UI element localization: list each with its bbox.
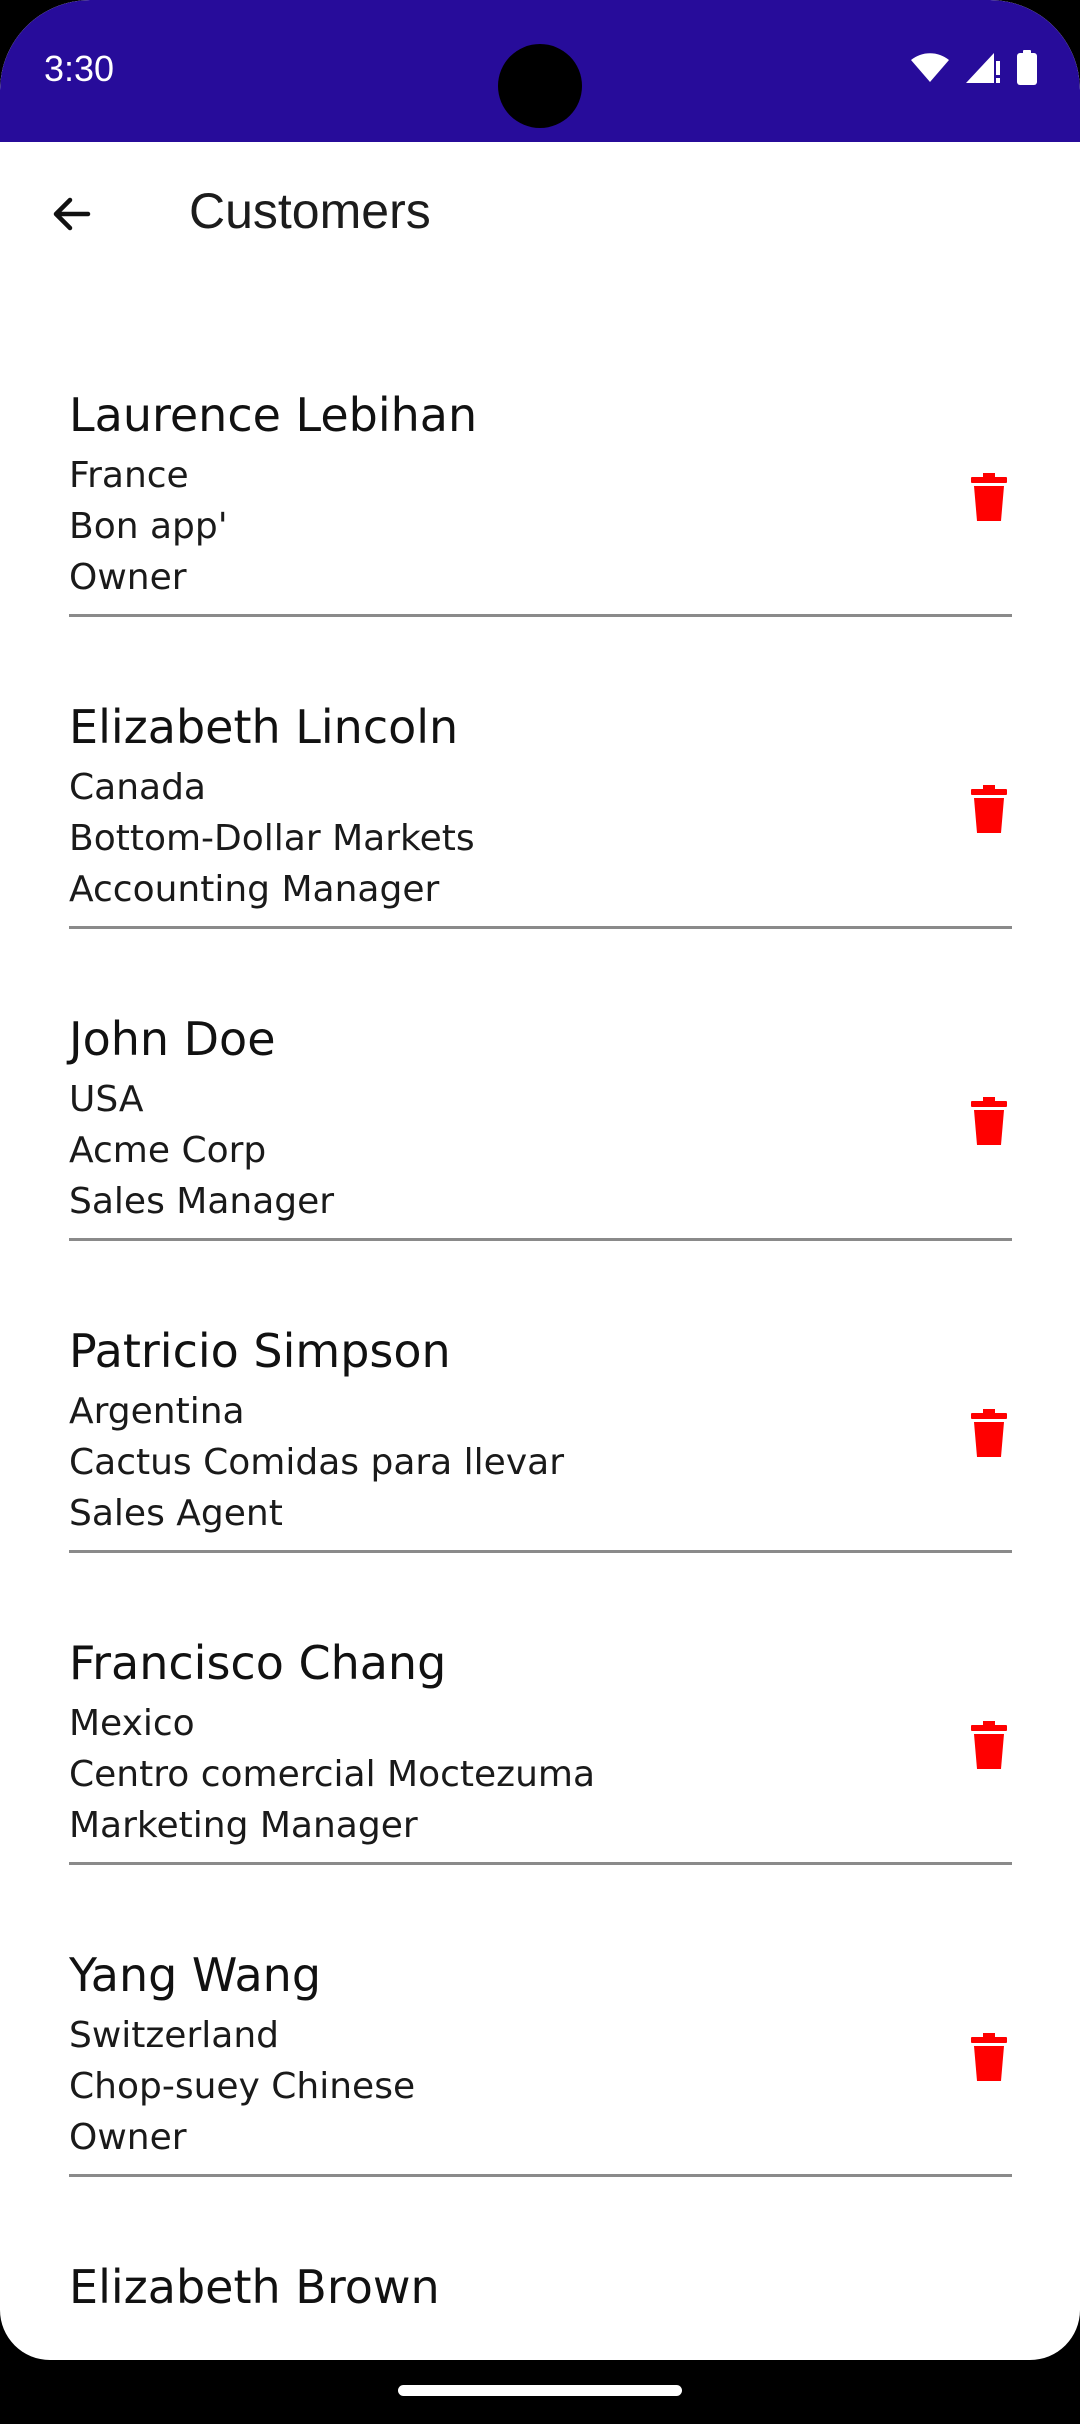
customer-company: Cactus Comidas para llevar bbox=[69, 1442, 564, 1483]
wifi-icon bbox=[911, 53, 949, 82]
page-title: Customers bbox=[189, 183, 431, 239]
customer-country: Canada bbox=[69, 767, 206, 808]
arrow-left-icon bbox=[53, 197, 91, 231]
list-item[interactable]: Laurence Lebihan France Bon app' Owner bbox=[69, 290, 1012, 617]
customer-company: Centro comercial Moctezuma bbox=[69, 1754, 596, 1795]
customer-role: Accounting Manager bbox=[69, 869, 440, 910]
customer-name: John Doe bbox=[69, 1012, 276, 1066]
customer-company: Bottom-Dollar Markets bbox=[69, 818, 475, 859]
delete-button[interactable] bbox=[957, 1401, 1021, 1465]
camera-cutout bbox=[498, 44, 582, 128]
customer-role: Owner bbox=[69, 557, 187, 598]
customer-role: Sales Agent bbox=[69, 1493, 283, 1534]
list-item[interactable]: John Doe USA Acme Corp Sales Manager bbox=[69, 914, 1012, 1241]
customer-role: Sales Manager bbox=[69, 1181, 335, 1222]
customer-country: USA bbox=[69, 1079, 144, 1120]
customer-country: Mexico bbox=[69, 1703, 195, 1744]
customer-country: Argentina bbox=[69, 1391, 245, 1432]
customer-role: Marketing Manager bbox=[69, 1805, 418, 1846]
app-bar: Customers bbox=[0, 142, 1080, 290]
list-item[interactable]: Yang Wang Switzerland Chop-suey Chinese … bbox=[69, 1850, 1012, 2177]
app-screen: 3:30 Customers Laurence Lebihan France B… bbox=[0, 0, 1080, 2360]
delete-button[interactable] bbox=[957, 777, 1021, 841]
list-item[interactable]: Elizabeth Lincoln Canada Bottom-Dollar M… bbox=[69, 602, 1012, 929]
trash-icon bbox=[971, 785, 1007, 833]
delete-button[interactable] bbox=[957, 1089, 1021, 1153]
customer-name: Laurence Lebihan bbox=[69, 388, 478, 442]
list-item[interactable]: Francisco Chang Mexico Centro comercial … bbox=[69, 1538, 1012, 1865]
battery-icon bbox=[1017, 50, 1037, 85]
customer-company: Chop-suey Chinese bbox=[69, 2066, 416, 2107]
customer-company: Acme Corp bbox=[69, 1130, 267, 1171]
status-bar: 3:30 bbox=[0, 0, 1080, 142]
customer-name: Elizabeth Lincoln bbox=[69, 700, 459, 754]
customer-country: Switzerland bbox=[69, 2015, 279, 2056]
status-time: 3:30 bbox=[44, 48, 115, 89]
list-item[interactable]: Patricio Simpson Argentina Cactus Comida… bbox=[69, 1226, 1012, 1553]
customer-list[interactable]: Laurence Lebihan France Bon app' Owner E… bbox=[0, 290, 1080, 2360]
trash-icon bbox=[971, 1409, 1007, 1457]
trash-icon bbox=[971, 1721, 1007, 1769]
delete-button[interactable] bbox=[957, 2025, 1021, 2089]
trash-icon bbox=[971, 473, 1007, 521]
customer-name: Francisco Chang bbox=[69, 1636, 447, 1690]
delete-button[interactable] bbox=[957, 1713, 1021, 1777]
trash-icon bbox=[971, 2033, 1007, 2081]
customer-name: Patricio Simpson bbox=[69, 1324, 451, 1378]
customer-company: Bon app' bbox=[69, 506, 228, 547]
device-frame: 3:30 Customers Laurence Lebihan France B… bbox=[0, 0, 1080, 2424]
customer-country: France bbox=[69, 455, 189, 496]
home-indicator[interactable] bbox=[398, 2385, 682, 2396]
cell-signal-icon bbox=[966, 53, 1000, 83]
customer-name: Elizabeth Brown bbox=[69, 2260, 440, 2314]
trash-icon bbox=[971, 1097, 1007, 1145]
customer-role: Owner bbox=[69, 2117, 187, 2158]
customer-name: Yang Wang bbox=[69, 1948, 322, 2002]
delete-button[interactable] bbox=[957, 465, 1021, 529]
status-icons bbox=[910, 50, 1038, 86]
list-item[interactable]: Elizabeth Brown bbox=[69, 2162, 1012, 2360]
back-button[interactable] bbox=[36, 178, 108, 250]
